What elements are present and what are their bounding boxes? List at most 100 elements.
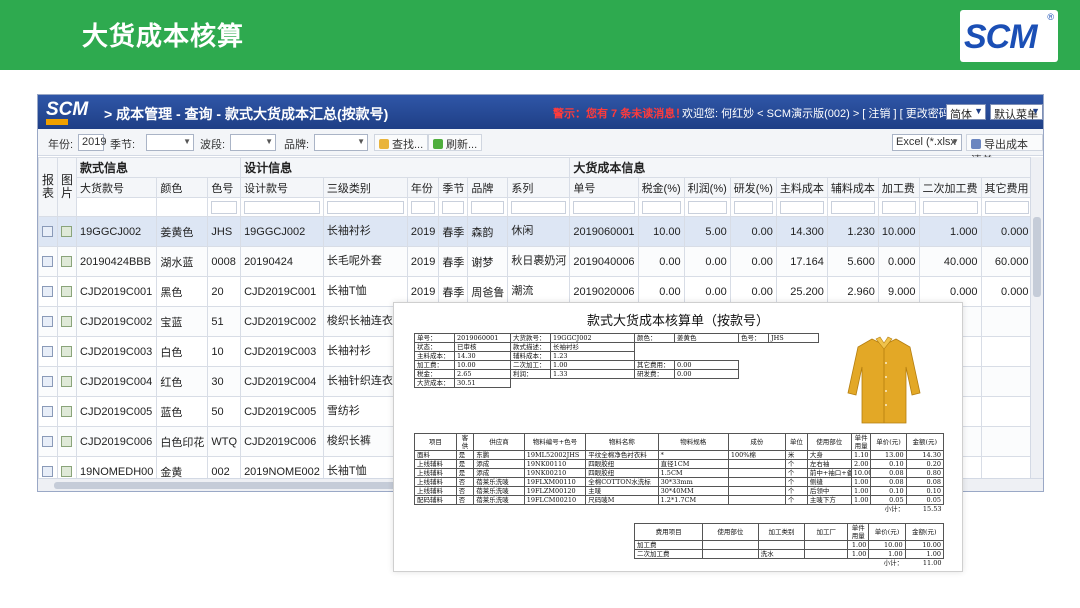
profit-value: 1.33: [550, 369, 635, 379]
welcome-text[interactable]: 欢迎您: 何红妙 < SCM演示版(002) > [ 注销 ] [ 更改密码 ]: [682, 105, 956, 121]
search-icon: [379, 139, 389, 149]
material-row: 面料是东鹏 19ML52002JHS 平纹全棉净色衬衣料 * 100%棉米大身 1.10 1…: [414, 450, 945, 460]
band-select[interactable]: ▼: [230, 134, 276, 151]
report-icon[interactable]: [42, 406, 53, 418]
scroll-thumb[interactable]: [1033, 217, 1041, 297]
table-row[interactable]: 20190424BBB 湖水蓝 0008 20190424 长毛呢外套 2019 春季 谢梦秋…: [38, 246, 1032, 277]
report-icon[interactable]: [42, 316, 53, 328]
materials-column-header: 物料规格: [657, 433, 729, 451]
report-icon[interactable]: [42, 436, 53, 448]
column-header[interactable]: 三级类别: [322, 177, 408, 198]
image-icon[interactable]: [61, 466, 73, 478]
filter-cell[interactable]: [240, 197, 324, 217]
column-header[interactable]: 辅料成本: [826, 177, 879, 198]
refresh-button[interactable]: 刷新...: [428, 134, 483, 151]
column-header[interactable]: 主料成本: [775, 177, 828, 198]
image-icon[interactable]: [61, 406, 73, 418]
report-icon[interactable]: [38, 276, 59, 307]
fee-cell: 10.00: [868, 540, 906, 550]
image-icon[interactable]: [57, 246, 78, 277]
report-icon[interactable]: [38, 426, 59, 457]
filter-cell[interactable]: [918, 197, 982, 217]
report-icon[interactable]: [38, 216, 59, 247]
menu-select[interactable]: 默认菜单 ▼: [990, 104, 1043, 121]
image-icon[interactable]: [61, 376, 73, 388]
report-icon[interactable]: [38, 246, 59, 277]
filter-cell[interactable]: [406, 197, 440, 217]
export-format-select[interactable]: Excel (*.xlsx ▼: [892, 134, 962, 151]
column-header[interactable]: 税金(%): [637, 177, 685, 198]
report-icon[interactable]: [42, 376, 53, 388]
report-icon[interactable]: [38, 336, 59, 367]
filter-cell[interactable]: [322, 197, 408, 217]
image-icon[interactable]: [57, 366, 78, 397]
material-cell: 平纹全棉净色衬衣料: [585, 450, 659, 460]
column-header[interactable]: 大货款号: [76, 177, 158, 198]
total-label: 大货成本：: [414, 378, 455, 388]
filter-cell[interactable]: [467, 197, 509, 217]
image-icon[interactable]: [57, 276, 78, 307]
column-header[interactable]: 系列: [507, 177, 571, 198]
table-cell: CJD2019C002: [240, 306, 324, 337]
column-header[interactable]: 单号: [569, 177, 639, 198]
column-header[interactable]: 研发(%): [729, 177, 777, 198]
column-header[interactable]: 色号: [207, 177, 242, 198]
image-icon[interactable]: [57, 456, 78, 479]
search-button[interactable]: 查找...: [374, 134, 429, 151]
filter-cell[interactable]: [683, 197, 731, 217]
filter-cell[interactable]: [826, 197, 879, 217]
report-icon[interactable]: [42, 226, 53, 238]
fee-row: 加工费 1.00 10.00 10.00: [633, 540, 945, 550]
season-select[interactable]: ▼: [146, 134, 194, 151]
report-icon[interactable]: [38, 306, 59, 337]
language-select[interactable]: 简体 ▼: [946, 104, 986, 121]
filter-cell[interactable]: [980, 197, 1032, 217]
filter-cell[interactable]: [729, 197, 777, 217]
column-header[interactable]: 年份: [406, 177, 440, 198]
column-header[interactable]: 加工费: [877, 177, 920, 198]
unread-warning-link[interactable]: 警示：您有 7 条未读消息！: [553, 105, 686, 121]
filter-cell[interactable]: [637, 197, 685, 217]
column-header[interactable]: 设计款号: [240, 177, 324, 198]
export-cost-button[interactable]: 导出成本清单: [966, 134, 1043, 167]
report-icon[interactable]: [42, 346, 53, 358]
image-icon[interactable]: [57, 216, 78, 247]
column-header[interactable]: 品牌: [467, 177, 509, 198]
column-header[interactable]: 二次加工费: [918, 177, 982, 198]
image-icon[interactable]: [57, 396, 78, 427]
column-header[interactable]: 利润(%): [683, 177, 731, 198]
material-cell: 19ML52002JHS: [523, 450, 587, 460]
col-report: 报表: [38, 157, 59, 217]
image-icon[interactable]: [61, 436, 73, 448]
filter-cell[interactable]: [569, 197, 639, 217]
filter-cell[interactable]: [438, 197, 469, 217]
vertical-scrollbar[interactable]: [1030, 157, 1043, 479]
materials-column-header: 金额(元): [905, 433, 945, 451]
table-row[interactable]: 19GGCJ002 姜黄色 JHS 19GGCJ002 长袖衬衫 2019 春季 森韵 休闲 20…: [38, 216, 1032, 247]
image-icon[interactable]: [61, 316, 73, 328]
image-icon[interactable]: [61, 286, 73, 298]
filter-cell[interactable]: [877, 197, 920, 217]
brand-select[interactable]: ▼: [314, 134, 368, 151]
report-icon[interactable]: [42, 286, 53, 298]
filter-cell[interactable]: [507, 197, 571, 217]
table-cell: 20190424: [240, 246, 324, 277]
image-icon[interactable]: [61, 346, 73, 358]
report-icon[interactable]: [38, 396, 59, 427]
report-icon[interactable]: [38, 366, 59, 397]
filter-cell[interactable]: [207, 197, 242, 217]
image-icon[interactable]: [61, 256, 73, 268]
column-header[interactable]: 其它费用: [980, 177, 1032, 198]
image-icon[interactable]: [57, 336, 78, 367]
image-icon[interactable]: [61, 226, 73, 238]
image-icon[interactable]: [57, 426, 78, 457]
filter-cell[interactable]: [775, 197, 828, 217]
app-logo-bar: [46, 119, 68, 125]
year-select[interactable]: 2019: [78, 134, 106, 151]
report-icon[interactable]: [38, 456, 59, 479]
column-header[interactable]: 颜色: [156, 177, 209, 198]
report-icon[interactable]: [42, 256, 53, 268]
column-header[interactable]: 季节: [438, 177, 469, 198]
image-icon[interactable]: [57, 306, 78, 337]
report-icon[interactable]: [42, 466, 53, 478]
